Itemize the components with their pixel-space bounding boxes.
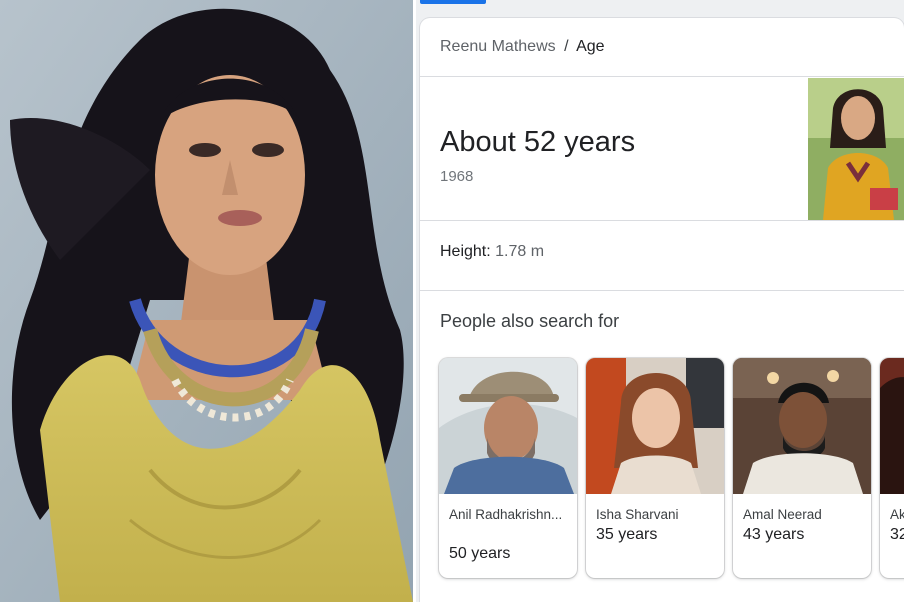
person-age: 50 years — [449, 545, 511, 562]
person-card[interactable]: Anil Radhakrishn... 50 years — [439, 358, 577, 578]
height-value: 1.78 m — [495, 243, 545, 260]
entity-thumbnail-image — [808, 78, 904, 220]
person-photo — [880, 358, 904, 494]
person-name: Amal Neerad — [743, 507, 822, 522]
person-name: Anil Radhakrishn... — [449, 507, 563, 522]
person-photo-image — [586, 358, 724, 494]
breadcrumb-separator: / — [564, 38, 569, 55]
birth-year: 1968 — [440, 168, 474, 185]
person-photo — [586, 358, 724, 494]
divider — [420, 290, 904, 291]
person-age: 35 years — [596, 526, 658, 543]
breadcrumb-entity[interactable]: Reenu Mathews — [440, 38, 556, 55]
height-row: Height: 1.78 m — [440, 243, 544, 261]
breadcrumb: Reenu Mathews / Age — [440, 38, 605, 56]
person-card[interactable]: Ak 32 — [880, 358, 904, 578]
age-answer: About 52 years — [440, 126, 636, 158]
person-photo — [439, 358, 577, 494]
breadcrumb-attribute: Age — [576, 38, 605, 55]
person-name: Isha Sharvani — [596, 507, 679, 522]
active-tab-indicator — [420, 0, 486, 4]
person-name: Ak — [890, 507, 904, 522]
portrait-photo — [0, 0, 413, 602]
divider — [420, 220, 904, 221]
people-also-search-title: People also search for — [440, 311, 620, 331]
person-photo-image — [439, 358, 577, 494]
person-age: 43 years — [743, 526, 805, 543]
person-photo-image — [733, 358, 871, 494]
age-answer-card: Reenu Mathews / Age About 52 years 1968 … — [420, 18, 904, 602]
person-card[interactable]: Isha Sharvani 35 years — [586, 358, 724, 578]
entity-thumbnail[interactable] — [808, 78, 904, 220]
divider — [420, 76, 904, 77]
search-results-panel: Reenu Mathews / Age About 52 years 1968 … — [416, 0, 904, 602]
person-age: 32 — [890, 526, 904, 543]
person-photo-image — [880, 358, 904, 494]
portrait-image — [0, 0, 413, 602]
height-label: Height: — [440, 243, 491, 260]
person-photo — [733, 358, 871, 494]
person-card[interactable]: Amal Neerad 43 years — [733, 358, 871, 578]
